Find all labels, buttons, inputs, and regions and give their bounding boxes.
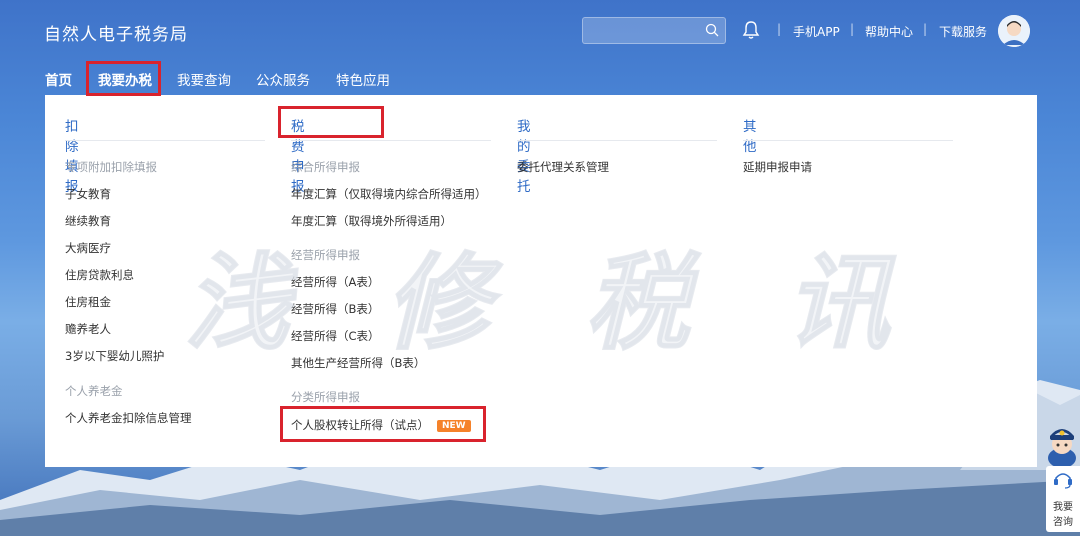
consult-label-line1: 我要 <box>1053 502 1073 513</box>
menu-item-elderly-support[interactable]: 赡养老人 <box>65 321 111 337</box>
separator: | <box>923 22 928 36</box>
divider <box>743 140 953 141</box>
column-title-delegation[interactable]: 我的委托 <box>517 115 531 195</box>
highlight-box-equity-transfer <box>280 406 486 442</box>
nav-featured-apps[interactable]: 特色应用 <box>336 69 390 89</box>
mascot-icon <box>1048 429 1076 468</box>
group-label: 综合所得申报 <box>291 160 360 174</box>
dropdown-menu-panel: 扣除填报 专项附加扣除填报 子女教育 继续教育 大病医疗 住房贷款利息 住房租金… <box>45 95 1037 467</box>
separator: | <box>850 22 855 36</box>
group-label: 分类所得申报 <box>291 390 360 404</box>
menu-item-annual-settlement-foreign[interactable]: 年度汇算（取得境外所得适用） <box>291 213 452 229</box>
menu-item-agency-management[interactable]: 委托代理关系管理 <box>517 159 609 175</box>
column-title-other[interactable]: 其他 <box>743 115 757 155</box>
menu-item-continuing-education[interactable]: 继续教育 <box>65 213 111 229</box>
bell-icon[interactable] <box>742 20 760 40</box>
user-avatar-icon <box>998 15 1030 47</box>
nav-public-service[interactable]: 公众服务 <box>256 69 310 89</box>
menu-item-deferred-filing[interactable]: 延期申报申请 <box>743 159 812 175</box>
menu-item-business-income-a[interactable]: 经营所得（A表） <box>291 274 379 290</box>
headset-icon <box>1054 473 1072 489</box>
column-title-deduction[interactable]: 扣除填报 <box>65 115 79 195</box>
group-label: 个人养老金 <box>65 384 123 398</box>
menu-item-housing-loan-interest[interactable]: 住房贷款利息 <box>65 267 134 283</box>
separator: | <box>777 22 782 36</box>
group-label: 专项附加扣除填报 <box>65 160 157 174</box>
avatar[interactable] <box>998 15 1030 47</box>
nav-home[interactable]: 首页 <box>45 69 72 89</box>
divider <box>517 140 717 141</box>
main-nav: 首页 我要办税 我要查询 公众服务 特色应用 <box>0 62 1080 96</box>
highlight-box-tax-filing <box>278 106 384 138</box>
menu-item-business-income-b[interactable]: 经营所得（B表） <box>291 301 379 317</box>
menu-item-pension-deduction[interactable]: 个人养老金扣除信息管理 <box>65 410 192 426</box>
menu-item-serious-illness[interactable]: 大病医疗 <box>65 240 111 256</box>
download-service-link[interactable]: 下载服务 <box>939 23 987 40</box>
menu-item-annual-settlement-domestic[interactable]: 年度汇算（仅取得境内综合所得适用） <box>291 186 487 202</box>
help-center-link[interactable]: 帮助中心 <box>865 23 913 40</box>
menu-item-business-income-c[interactable]: 经营所得（C表） <box>291 328 380 344</box>
nav-query[interactable]: 我要查询 <box>177 69 231 89</box>
consult-label-line2: 咨询 <box>1053 517 1073 528</box>
menu-item-other-business-income-b[interactable]: 其他生产经营所得（B表） <box>291 355 425 371</box>
consult-widget[interactable]: 我要 咨询 <box>1046 466 1080 532</box>
menu-item-infant-care[interactable]: 3岁以下婴幼儿照护 <box>65 348 164 364</box>
top-bar: 自然人电子税务局 | 手机APP | 帮助中心 | 下载服务 <box>0 0 1080 60</box>
search-icon[interactable] <box>705 23 719 37</box>
search-input[interactable] <box>582 17 726 44</box>
highlight-box-nav <box>86 61 161 96</box>
menu-item-child-education[interactable]: 子女教育 <box>65 186 111 202</box>
menu-item-housing-rent[interactable]: 住房租金 <box>65 294 111 310</box>
divider <box>291 140 491 141</box>
mobile-app-link[interactable]: 手机APP <box>793 23 840 40</box>
group-label: 经营所得申报 <box>291 248 360 262</box>
site-title[interactable]: 自然人电子税务局 <box>44 20 188 45</box>
divider <box>65 140 265 141</box>
